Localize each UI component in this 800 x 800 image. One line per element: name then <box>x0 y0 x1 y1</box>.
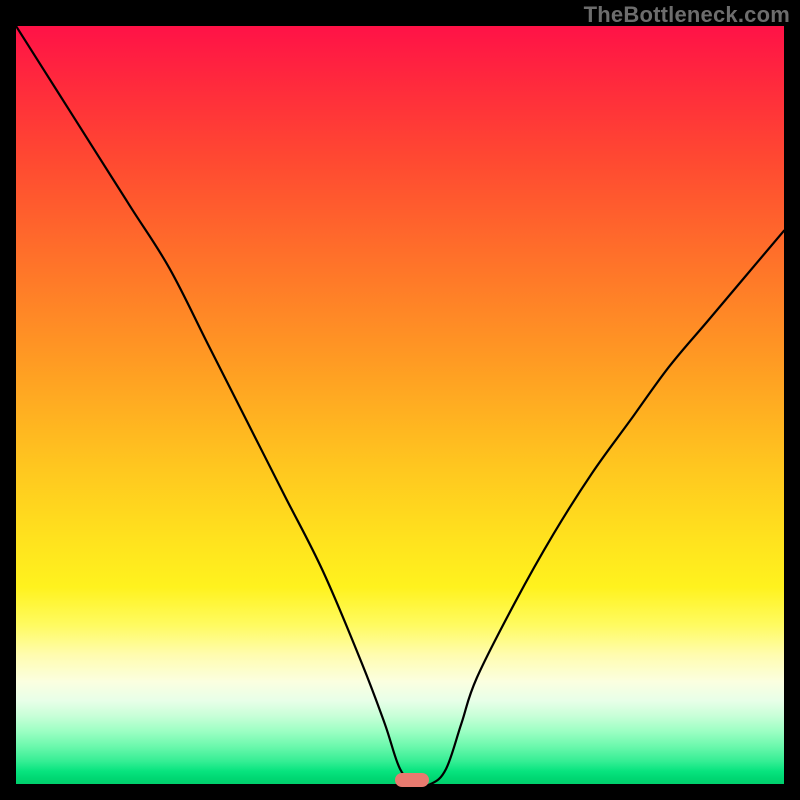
plot-area <box>16 26 784 784</box>
watermark-label: TheBottleneck.com <box>584 2 790 28</box>
bottleneck-curve <box>16 26 784 784</box>
optimal-marker <box>395 773 429 787</box>
chart-frame: TheBottleneck.com <box>0 0 800 800</box>
